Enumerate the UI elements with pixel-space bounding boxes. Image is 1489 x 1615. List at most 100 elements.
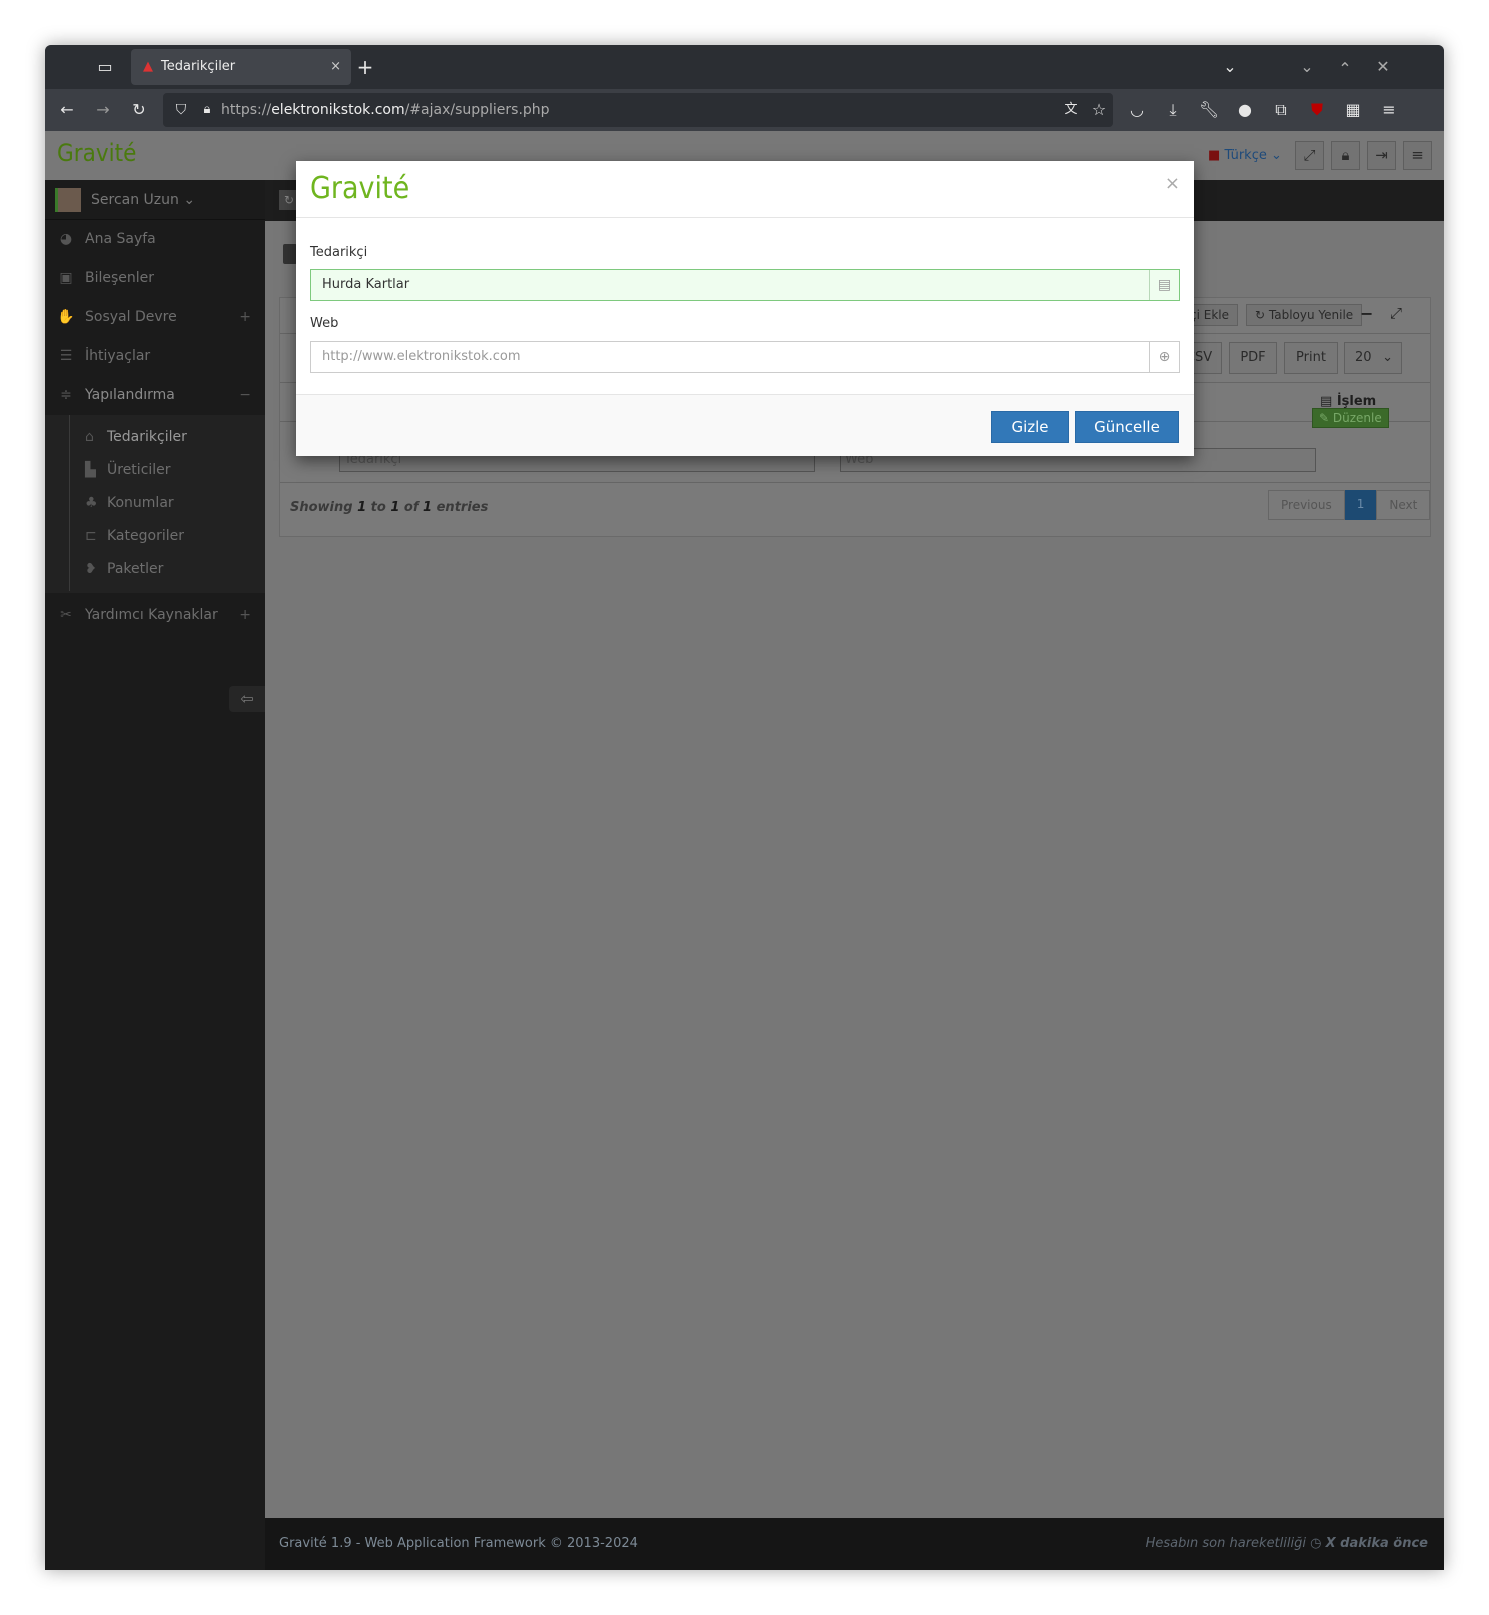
modal-header: Gravité × [296,161,1194,218]
expand-widget-icon[interactable]: ⤢ [1390,304,1402,322]
sidebar-item-bilesenler[interactable]: ▣ Bileşenler [45,259,265,298]
sidebar-item-paketler[interactable]: ❥ Paketler [45,553,265,586]
logout-button[interactable]: ⇥ [1367,141,1396,170]
close-window-icon[interactable]: ✕ [1371,55,1395,79]
sidebar-item-tedarikciler[interactable]: ⌂ Tedarikçiler [45,421,265,454]
previous-page-button[interactable]: Previous [1268,490,1345,520]
checklist-icon: ☰ [59,348,73,364]
menu-icon[interactable]: ≡ [1377,98,1401,122]
footer-copyright: Gravité 1.9 - Web Application Framework … [279,1536,638,1551]
browser-tab[interactable]: ▲ Tedarikçiler × [131,49,351,85]
nav-bar: ← → ↻ ⛉ 🔒︎ https://elektronikstok.com/#a… [45,89,1444,131]
tab-overview-icon[interactable]: ▭ [93,55,117,79]
url-bar[interactable]: ⛉ 🔒︎ https://elektronikstok.com/#ajax/su… [163,93,1113,127]
edit-button[interactable]: ✎ Düzenle [1312,408,1389,428]
minimize-icon[interactable]: ⌄ [1295,55,1319,79]
page-size-value: 20 [1355,350,1372,365]
back-icon[interactable]: ← [55,98,79,122]
web-label: Web [310,316,339,331]
edit-supplier-modal: Gravité × Tedarikçi Hurda Kartlar ▤ Web … [296,161,1194,456]
ublock-icon[interactable]: ⛊ [1305,98,1329,122]
menu-button[interactable]: ≡ [1403,141,1432,170]
new-tab-icon[interactable]: + [353,55,377,79]
web-placeholder: http://www.elektronikstok.com [322,349,521,364]
close-modal-button[interactable]: × [1165,173,1180,194]
page-size-select[interactable]: 20 ⌄ [1344,342,1402,374]
table-info: Showing 1 to 1 of 1 entries [290,500,488,515]
action-column-header[interactable]: ▤ İşlem [1320,394,1376,409]
expand-icon[interactable]: + [239,596,251,635]
supplier-input[interactable]: Hurda Kartlar ▤ [310,269,1180,301]
sidebar-item-ana-sayfa[interactable]: ◕ Ana Sayfa [45,220,265,259]
sidebar-item-sosyal-devre[interactable]: ✋ Sosyal Devre + [45,298,265,337]
sidebar-label: Konumlar [107,495,174,511]
clock-icon: ◷ [1310,1536,1322,1551]
sidebar-item-kategoriler[interactable]: ⊏ Kategoriler [45,520,265,553]
extensions-icon[interactable]: ⧉ [1269,98,1293,122]
cubes-icon: ♣ [85,495,98,511]
sidebar-item-ureticiler[interactable]: ▙ Üreticiler [45,454,265,487]
sidebar-item-ihtiyaclar[interactable]: ☰ İhtiyaçlar [45,337,265,376]
submenu: ⌂ Tedarikçiler ▙ Üreticiler ♣ Konumlar ⊏ Kat… [45,415,265,593]
print-button[interactable]: Print [1284,342,1338,374]
info-total: 1 [423,500,433,515]
refresh-table-label: Tabloyu Yenile [1268,308,1354,322]
shield-icon[interactable]: ⛉ [169,98,193,122]
globe-icon: ⊕ [1149,342,1179,372]
qr-code-icon[interactable]: ▦ [1341,98,1365,122]
update-button[interactable]: Güncelle [1075,411,1179,443]
handshake-icon: ✋ [57,309,75,325]
collapse-icon[interactable]: − [239,376,251,415]
sliders-icon: ≑ [60,387,72,403]
fullscreen-button[interactable]: ⤢ [1295,141,1324,170]
sidebar-item-yapilandirma[interactable]: ≑ Yapılandırma − [45,376,265,415]
user-name: Sercan Uzun [91,192,179,208]
pdf-button[interactable]: PDF [1229,342,1277,374]
reload-icon[interactable]: ↻ [127,98,151,122]
lock-icon[interactable]: 🔒︎ [195,98,219,122]
collapse-sidebar-button[interactable]: ⇦ [229,686,265,712]
lock-button[interactable]: 🔒︎ [1331,141,1360,170]
refresh-table-button[interactable]: ↻ Tabloyu Yenile [1246,304,1363,326]
sidebar-label: Yardımcı Kaynaklar [85,607,218,623]
web-input[interactable]: http://www.elektronikstok.com ⊕ [310,341,1180,373]
pocket-icon[interactable]: ◡ [1125,98,1149,122]
translate-icon[interactable]: 文 [1059,98,1083,122]
expand-icon[interactable]: + [239,298,251,337]
avatar [55,188,81,212]
bookmark-star-icon[interactable]: ☆ [1087,98,1111,122]
sidebar-label: Kategoriler [107,528,184,544]
last-activity-label: Hesabın son hareketliliği [1145,1536,1306,1551]
warehouse-icon: ⌂ [85,429,94,445]
sidebar-label: Tedarikçiler [107,429,187,445]
info-text: entries [432,500,489,515]
wrench-icon[interactable]: 🔧︎ [1197,98,1221,122]
factory-icon: ▙ [85,462,96,478]
pagination: Previous 1 Next [1268,490,1431,520]
sidebar-label: Üreticiler [107,462,171,478]
close-tab-icon[interactable]: × [330,49,341,85]
sidebar-item-yardimci-kaynaklar[interactable]: ✂ Yardımcı Kaynaklar + [45,596,265,635]
info-text: Showing [290,500,358,515]
next-page-button[interactable]: Next [1376,490,1431,520]
page-1-button[interactable]: 1 [1344,490,1377,520]
language-select[interactable]: ■ Türkçe ⌄ [1208,148,1282,163]
language-label: Türkçe [1224,148,1267,163]
forward-icon[interactable]: → [91,98,115,122]
sitemap-icon: ⊏ [85,528,97,544]
s-extension-icon[interactable]: ● [1233,98,1257,122]
supplier-label: Tedarikçi [310,245,368,260]
modal-title: Gravité [310,171,410,206]
download-icon[interactable]: ⤓ [1161,98,1185,122]
edit-label: Düzenle [1332,411,1382,425]
user-menu[interactable]: Sercan Uzun ⌄ [45,180,265,220]
package-icon: ❥ [85,561,97,577]
hide-button[interactable]: Gizle [991,411,1069,443]
sidebar-item-konumlar[interactable]: ♣ Konumlar [45,487,265,520]
footer: Gravité 1.9 - Web Application Framework … [265,1518,1444,1570]
maximize-icon[interactable]: ⌃ [1333,57,1357,81]
collapse-widget-icon[interactable]: − [1360,304,1373,323]
sidebar: Sercan Uzun ⌄ ◕ Ana Sayfa ▣ Bileşenler ✋ So… [45,180,265,1570]
url-host: elektronikstok.com [271,102,405,118]
tab-list-icon[interactable]: ⌄ [1218,55,1242,79]
